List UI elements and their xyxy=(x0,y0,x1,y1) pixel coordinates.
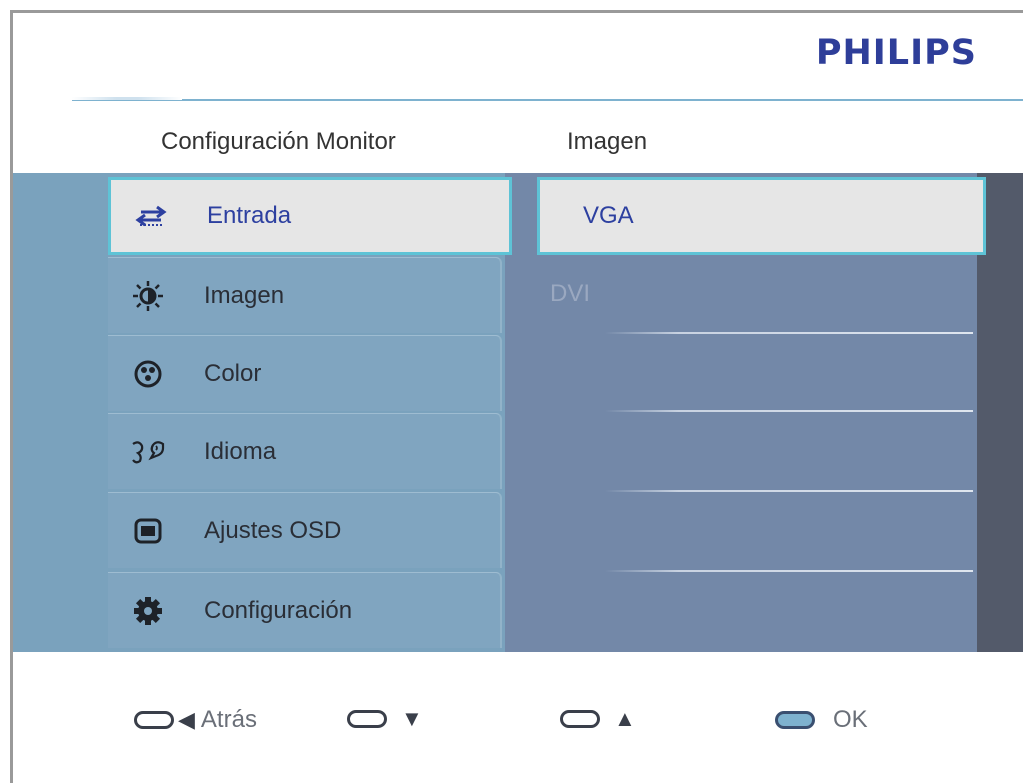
header-divider xyxy=(72,99,1023,101)
menu-item-configuracion[interactable]: Configuración xyxy=(108,572,502,648)
ok-label: OK xyxy=(833,706,868,733)
menu-item-label: Color xyxy=(204,359,262,387)
input-arrows-icon xyxy=(133,198,169,234)
menu-item-entrada[interactable]: Entrada xyxy=(108,177,512,255)
legend-up[interactable]: ▲ xyxy=(560,706,636,732)
language-icon xyxy=(130,434,166,470)
submenu-divider xyxy=(605,490,973,492)
osd-window: PHILIPS Configuración Monitor Imagen Ent… xyxy=(0,0,1023,783)
menu-item-label: Entrada xyxy=(207,202,292,229)
menu-item-ajustes-osd[interactable]: Ajustes OSD xyxy=(108,492,502,568)
menu-item-label: Ajustes OSD xyxy=(204,516,342,544)
brand-logo: PHILIPS xyxy=(815,33,977,73)
submenu-divider xyxy=(605,410,973,412)
menu-item-label: Configuración xyxy=(204,596,353,624)
button-pill-icon xyxy=(347,710,387,728)
submenu-divider xyxy=(605,332,973,334)
submenu-item-empty xyxy=(505,490,977,566)
legend-ok[interactable]: OK xyxy=(775,706,868,734)
button-pill-icon xyxy=(134,711,174,729)
button-pill-icon xyxy=(560,710,600,728)
osd-screen-icon xyxy=(130,513,166,549)
submenu-item-empty xyxy=(505,332,977,408)
submenu-item-empty xyxy=(505,570,977,646)
submenu-divider xyxy=(605,570,973,572)
submenu-item-vga[interactable]: VGA xyxy=(537,177,986,255)
submenu-item-label: VGA xyxy=(583,202,634,229)
menu-column-title: Configuración Monitor xyxy=(161,128,396,155)
brightness-icon xyxy=(130,278,166,314)
submenu-column-title: Imagen xyxy=(567,128,648,155)
menu-item-label: Idioma xyxy=(204,437,277,465)
palette-icon xyxy=(130,356,166,392)
legend-back[interactable]: ◀ Atrás xyxy=(134,706,257,734)
button-pill-filled-icon xyxy=(775,711,815,729)
frame-border-top xyxy=(10,10,1023,13)
menu-item-idioma[interactable]: Idioma xyxy=(108,413,502,489)
menu-item-imagen[interactable]: Imagen xyxy=(108,257,502,333)
menu-item-color[interactable]: Color xyxy=(108,335,502,411)
up-triangle-icon: ▲ xyxy=(614,706,636,731)
gear-icon xyxy=(130,593,166,629)
back-label: Atrás xyxy=(200,706,257,733)
header-divider-highlight xyxy=(72,97,182,100)
legend-down[interactable]: ▼ xyxy=(347,706,423,732)
down-triangle-icon: ▼ xyxy=(401,706,423,731)
menu-item-label: Imagen xyxy=(204,281,285,309)
submenu-item-empty xyxy=(505,410,977,486)
left-triangle-icon: ◀ xyxy=(178,707,195,732)
submenu-item-dvi[interactable]: DVI xyxy=(505,256,977,332)
submenu-item-label: DVI xyxy=(550,280,591,307)
